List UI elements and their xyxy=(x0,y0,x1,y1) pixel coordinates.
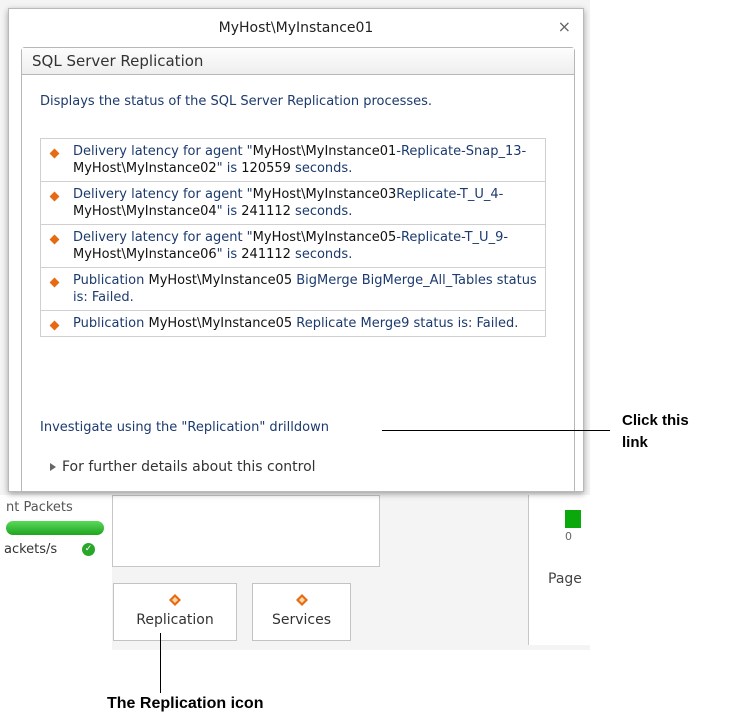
callout-click-link-line2: link xyxy=(622,434,648,451)
further-details-label: For further details about this control xyxy=(62,459,316,475)
callout-line-icon xyxy=(160,633,161,693)
list-item: Delivery latency for agent "MyHost\MyIns… xyxy=(40,224,546,268)
replication-icon xyxy=(169,594,181,606)
right-chart-panel xyxy=(528,495,591,645)
further-details-toggle[interactable]: For further details about this control xyxy=(50,459,316,475)
replication-tile-label: Replication xyxy=(136,612,214,628)
list-item: Publication MyHost\MyInstance05 BigMerge… xyxy=(40,267,546,311)
replication-tile-button[interactable]: Replication xyxy=(113,583,237,641)
services-icon xyxy=(295,594,308,606)
warning-diamond-icon xyxy=(49,320,60,331)
page-label: Page xyxy=(548,571,582,587)
callout-line-link xyxy=(382,430,610,431)
warning-diamond-icon xyxy=(49,234,60,245)
list-item: Delivery latency for agent "MyHost\MyIns… xyxy=(40,138,546,182)
warning-diamond-icon xyxy=(49,277,60,288)
list-item: Publication MyHost\MyInstance05 Replicat… xyxy=(40,310,546,337)
packets-progress-bar xyxy=(6,521,104,535)
callout-click-link: Click this link xyxy=(622,410,689,454)
packets-label: nt Packets xyxy=(6,500,73,515)
replication-section: SQL Server Replication Displays the stat… xyxy=(21,47,575,493)
expand-triangle-icon xyxy=(50,463,56,471)
replication-popup: MyHost\MyInstance01 × SQL Server Replica… xyxy=(8,8,584,493)
services-tile-label: Services xyxy=(271,612,332,628)
replication-drilldown-link[interactable]: Investigate using the "Replication" dril… xyxy=(40,420,329,435)
list-item: Delivery latency for agent "MyHost\MyIns… xyxy=(40,181,546,225)
axis-zero-label: 0 xyxy=(565,530,572,543)
green-bar xyxy=(565,510,581,528)
warning-diamond-icon xyxy=(49,148,60,159)
packets-progress-fill xyxy=(6,521,104,535)
popup-title: MyHost\MyInstance01 xyxy=(218,20,374,36)
callout-replication-icon: The Replication icon xyxy=(107,695,264,712)
section-title: SQL Server Replication xyxy=(22,48,574,75)
ok-check-icon: ✓ xyxy=(82,543,95,556)
callout-click-link-line1: Click this xyxy=(622,412,689,429)
packets-rate-label: ackets/s xyxy=(4,542,58,557)
close-icon[interactable]: × xyxy=(558,18,571,36)
section-description: Displays the status of the SQL Server Re… xyxy=(40,94,433,109)
status-list: Delivery latency for agent "MyHost\MyIns… xyxy=(40,138,546,337)
services-tile-button[interactable]: Services xyxy=(252,583,351,641)
warning-diamond-icon xyxy=(49,191,60,202)
network-panel xyxy=(0,495,112,650)
chart-panel xyxy=(112,495,380,567)
